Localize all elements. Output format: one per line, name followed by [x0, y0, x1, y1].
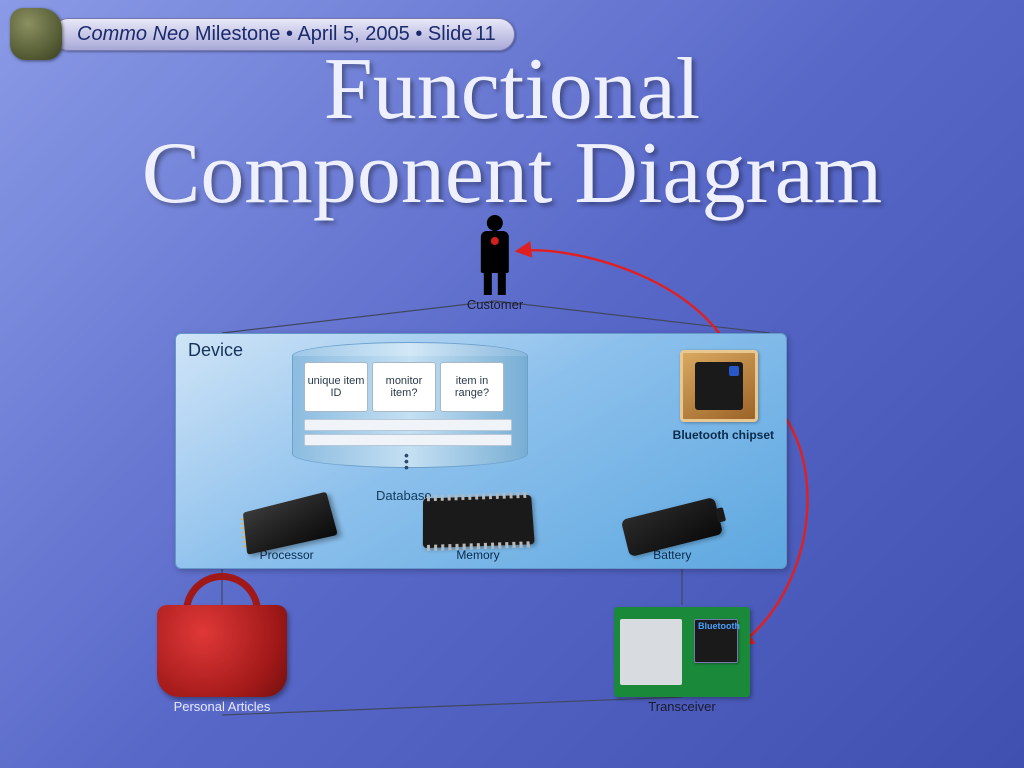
personal-articles-node: Personal Articles [148, 573, 296, 714]
bluetooth-label: Bluetooth chipset [673, 428, 774, 442]
device-container: Device unique item ID monitor item? item… [175, 333, 787, 569]
title-line-1: Functional [0, 48, 1024, 132]
backpack-icon [10, 8, 62, 60]
transceiver-board-icon: Bluetooth [614, 607, 750, 697]
database-rows-icon [304, 416, 512, 446]
db-field-monitor: monitor item? [372, 362, 436, 412]
customer-label: Customer [467, 297, 523, 312]
db-field-range: item in range? [440, 362, 504, 412]
articles-label: Personal Articles [148, 699, 296, 714]
person-icon [472, 215, 518, 295]
memory-node: Memory [423, 496, 533, 562]
bluetooth-chip-icon [680, 350, 758, 422]
transceiver-node: Bluetooth Transceiver [614, 607, 750, 714]
transceiver-label: Transceiver [614, 699, 750, 714]
milestone-word: Milestone [195, 23, 281, 45]
customer-node: Customer [467, 215, 523, 312]
title-line-2: Component Diagram [0, 132, 1024, 216]
page-title: Functional Component Diagram [0, 48, 1024, 215]
memory-icon [423, 495, 535, 548]
customer-indicator-dot [491, 237, 499, 245]
functional-diagram: Customer Device unique item ID monitor i… [130, 215, 860, 755]
device-label: Device [188, 340, 243, 361]
project-name: Commo Neo [77, 23, 189, 45]
battery-node: Battery [624, 508, 720, 562]
db-field-id: unique item ID [304, 362, 368, 412]
sep1: • [286, 23, 293, 45]
ellipsis-icon: ••• [404, 452, 409, 470]
processor-node: Processor [242, 500, 332, 562]
database-fields: unique item ID monitor item? item in ran… [304, 362, 504, 412]
device-bottom-row: Processor Memory Battery [176, 490, 786, 562]
handbag-icon [148, 573, 296, 697]
processor-icon [243, 492, 338, 555]
